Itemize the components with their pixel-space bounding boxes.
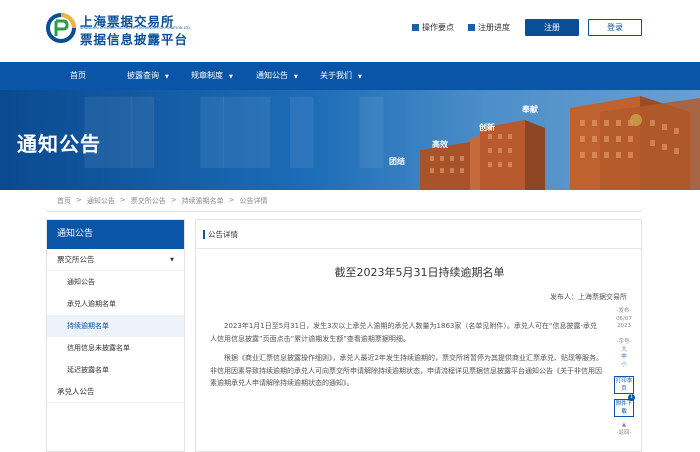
section-label: 公告详情 [196, 220, 641, 249]
font-size-medium[interactable]: 中 [614, 354, 634, 362]
registration-progress-link[interactable]: 注册进度 [468, 22, 510, 33]
nav-home[interactable]: 首页 [70, 62, 86, 90]
font-size-block: -字号- 大 中 小 [614, 339, 634, 369]
notice-title: 截至2023年5月31日持续逾期名单 [334, 266, 505, 279]
sidebar-group-label: 承兑人公告 [57, 387, 95, 396]
chevron-down-icon: ▼ [229, 74, 233, 80]
keyword-unity: 团结 [389, 157, 405, 166]
back-arrow-icon: ▲ [621, 422, 627, 428]
progress-icon [468, 24, 475, 31]
publish-date-line1: 06/07 [616, 315, 632, 322]
nav-disclosure-label: 披露查询 [127, 71, 159, 80]
breadcrumb-separator: > [119, 196, 126, 204]
notice-paragraph: 根据《商业汇票信息披露操作细则》，承兑人最近2年发生持续逾期的，票交所将暂停为其… [210, 354, 603, 387]
sidebar-item-acceptor-overdue[interactable]: 承兑人逾期名单 [47, 293, 184, 315]
breadcrumb-separator: > [76, 196, 82, 204]
publish-date-line2: 2023 [617, 323, 631, 329]
nav-about[interactable]: 关于我们 ▼ [320, 62, 362, 90]
breadcrumb: 首页 > 通知公告 > 票交所公告 > 持续逾期名单 > 公告详情 [57, 196, 268, 206]
publish-label: -发布- [616, 308, 632, 314]
chevron-down-icon: ▼ [358, 74, 362, 80]
sidebar: 通知公告 票交所公告 ▼ 通知公告 承兑人逾期名单 持续逾期名单 信用信息未披露… [46, 219, 185, 452]
main-nav: 首页 披露查询 ▼ 规章制度 ▼ 通知公告 ▼ 关于我们 ▼ [0, 62, 700, 90]
register-button[interactable]: 注册 [525, 19, 579, 36]
breadcrumb-separator: > [228, 196, 235, 204]
building-illustration [420, 96, 700, 190]
nav-regulations[interactable]: 规章制度 ▼ [191, 62, 233, 90]
publisher: 发布人：上海票据交易所 [550, 293, 627, 301]
keyword-dedication: 奉献 [522, 105, 538, 114]
nav-home-label: 首页 [70, 71, 86, 80]
breadcrumb-exchange-notices[interactable]: 票交所公告 [131, 196, 166, 206]
sidebar-item-undisclosed[interactable]: 信用信息未披露名单 [47, 337, 184, 359]
sidebar-title: 通知公告 [47, 220, 184, 249]
breadcrumb-notices[interactable]: 通知公告 [87, 196, 115, 206]
keyword-efficiency: 高效 [432, 140, 448, 149]
sidebar-group-exchange-notices[interactable]: 票交所公告 ▼ [47, 249, 184, 271]
sidebar-item-delayed-disclosure[interactable]: 延迟披露名单 [47, 359, 184, 381]
registration-progress-label: 注册进度 [478, 23, 510, 32]
keyword-innovation: 创新 [479, 123, 495, 132]
nav-notices[interactable]: 通知公告 ▼ [256, 62, 298, 90]
breadcrumb-divider [46, 211, 642, 212]
sidebar-group-acceptor-notices[interactable]: 承兑人公告 [47, 381, 184, 403]
nav-disclosure-query[interactable]: 披露查询 ▼ [127, 62, 169, 90]
document-icon [412, 24, 419, 31]
top-header: 上海票据交易所 SHANGHAI COMMERCIAL PAPER EXCHAN… [0, 0, 700, 62]
font-size-label: -字号- [616, 339, 632, 345]
font-size-large[interactable]: 大 [614, 347, 634, 355]
chevron-down-icon: ▼ [170, 257, 174, 263]
attachment-count-badge: 1 [628, 394, 635, 401]
breadcrumb-current: 公告详情 [239, 197, 268, 205]
back-label: -返回- [616, 429, 632, 436]
font-size-small[interactable]: 小 [614, 362, 634, 370]
nav-notices-label: 通知公告 [256, 71, 288, 80]
page-title: 通知公告 [17, 132, 101, 156]
sidebar-group-label: 票交所公告 [57, 255, 95, 264]
breadcrumb-separator: > [170, 196, 177, 204]
operation-guide-link[interactable]: 操作要点 [412, 22, 454, 33]
chevron-down-icon: ▼ [294, 74, 298, 80]
login-button[interactable]: 登录 [588, 19, 642, 36]
notice-paragraph: 2023年1月1日至5月31日，发生3次以上承兑人逾期的承兑人数量为1863家（… [210, 322, 598, 343]
notice-detail-panel: 公告详情 截至2023年5月31日持续逾期名单 发布人：上海票据交易所 2023… [195, 219, 642, 452]
exchange-logo-icon[interactable] [46, 13, 76, 43]
page-banner: █▌▐█ ▌▐ 通知公告 团结 高效 创新 奉献 [0, 90, 700, 190]
org-name-line2: 票据信息披露平台 [80, 32, 189, 47]
back-button[interactable]: ▲ -返回- [614, 422, 634, 437]
print-button[interactable]: 打印本页 [614, 376, 634, 394]
attachment-download-button[interactable]: 附件下载 [614, 399, 634, 417]
breadcrumb-home[interactable]: 首页 [57, 196, 71, 206]
breadcrumb-overdue-list[interactable]: 持续逾期名单 [182, 196, 224, 206]
sidebar-item-continuous-overdue[interactable]: 持续逾期名单 [47, 315, 184, 337]
publish-date-block: -发布- 06/07 2023 [614, 308, 634, 331]
chevron-down-icon: ▼ [165, 74, 169, 80]
nav-regulations-label: 规章制度 [191, 71, 223, 80]
operation-guide-label: 操作要点 [422, 23, 454, 32]
sidebar-item-notices[interactable]: 通知公告 [47, 271, 184, 293]
nav-about-label: 关于我们 [320, 71, 352, 80]
